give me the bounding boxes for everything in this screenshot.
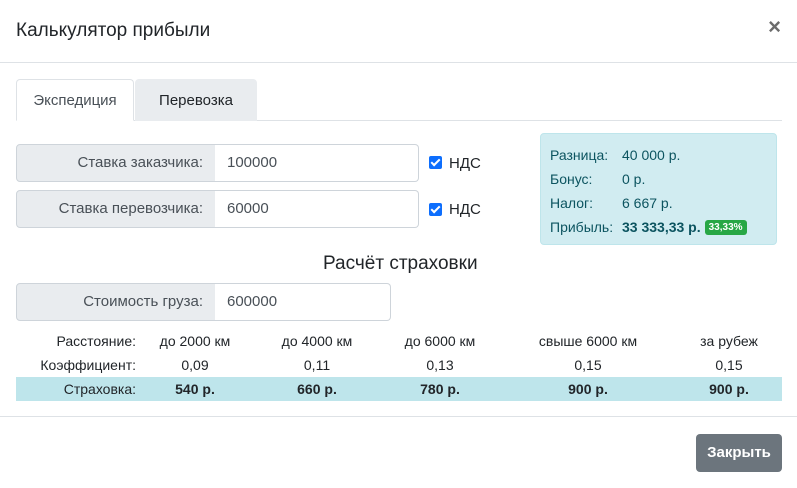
profit-value: 33 333,33 р. (622, 219, 701, 235)
insurance-cell: 540 р. (136, 377, 254, 401)
distance-cell: до 6000 км (404, 333, 476, 349)
carrier-vat-checkbox[interactable] (429, 203, 442, 216)
table-row-distance: Расстояние: до 2000 км до 4000 км до 600… (16, 329, 782, 353)
customer-rate-label: Ставка заказчика: (16, 144, 216, 182)
bonus-label: Бонус: (550, 171, 593, 187)
table-row-insurance: Страховка: 540 р. 660 р. 780 р. 900 р. 9… (16, 377, 782, 401)
difference-label: Разница: (550, 147, 609, 163)
profit-summary: Разница: 40 000 р. Бонус: 0 р. Налог: 6 … (540, 133, 777, 245)
tax-label: Налог: (550, 195, 594, 211)
modal-title: Калькулятор прибыли (16, 20, 211, 41)
distance-cell: свыше 6000 км (538, 333, 638, 349)
table-row-coefficient: Коэффициент: 0,09 0,11 0,13 0,15 0,15 (16, 353, 782, 377)
distance-cell: за рубеж (700, 333, 758, 349)
distance-label: Расстояние: (56, 333, 136, 349)
cargo-value-label: Стоимость груза: (16, 283, 216, 321)
distance-cell: до 2000 км (159, 333, 231, 349)
close-icon[interactable]: × (768, 16, 781, 38)
bonus-value: 0 р. (622, 171, 646, 187)
carrier-rate-input[interactable]: 60000 (215, 190, 419, 228)
insurance-cell: 660 р. (254, 377, 380, 401)
customer-rate-group: Ставка заказчика: 100000 (16, 144, 419, 182)
tax-value: 6 667 р. (622, 195, 673, 211)
insurance-cell: 900 р. (676, 377, 782, 401)
coefficient-cell: 0,09 (181, 357, 209, 373)
carrier-rate-label: Ставка перевозчика: (16, 190, 216, 228)
insurance-label: Страховка: (16, 377, 136, 401)
profit-calculator-modal: Калькулятор прибыли × Экспедиция Перевоз… (0, 0, 797, 488)
carrier-rate-group: Ставка перевозчика: 60000 (16, 190, 419, 228)
coefficient-cell: 0,15 (715, 357, 743, 373)
tab-bar: Экспедиция Перевозка (16, 79, 782, 121)
coefficient-cell: 0,15 (574, 357, 602, 373)
customer-vat-checkbox[interactable] (429, 156, 442, 169)
customer-vat-label: НДС (449, 155, 481, 172)
insurance-cell: 780 р. (380, 377, 500, 401)
coefficient-cell: 0,13 (426, 357, 454, 373)
insurance-cell: 900 р. (500, 377, 676, 401)
coefficient-label: Коэффициент: (40, 357, 136, 373)
difference-value: 40 000 р. (622, 147, 681, 163)
profit-percent-badge: 33,33% (704, 220, 747, 235)
cargo-value-group: Стоимость груза: 600000 (16, 283, 391, 321)
cargo-value-input[interactable]: 600000 (215, 283, 391, 321)
coefficient-cell: 0,11 (303, 357, 331, 373)
distance-cell: до 4000 км (281, 333, 353, 349)
close-button[interactable]: Закрыть (696, 434, 782, 472)
insurance-table: Расстояние: до 2000 км до 4000 км до 600… (16, 329, 782, 401)
modal-footer: Закрыть (0, 416, 797, 488)
customer-rate-input[interactable]: 100000 (215, 144, 419, 182)
tab-expedition[interactable]: Экспедиция (16, 79, 134, 121)
tab-transport[interactable]: Перевозка (135, 79, 257, 121)
insurance-section-title: Расчёт страховки (323, 253, 478, 274)
profit-value-wrap: 33 333,33 р. 33,33% (622, 219, 747, 235)
profit-label: Прибыль: (550, 219, 614, 235)
carrier-vat-label: НДС (449, 201, 481, 218)
modal-header: Калькулятор прибыли × (0, 0, 797, 63)
